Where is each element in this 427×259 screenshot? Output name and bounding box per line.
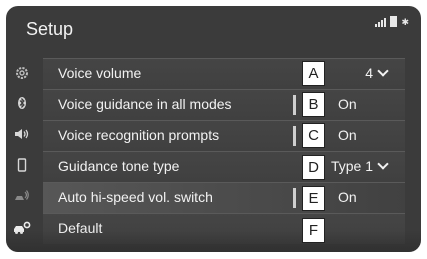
top-bar: Setup ✱ (6, 6, 421, 52)
bluetooth-icon: ✱ (401, 17, 409, 27)
guidance-tone-value[interactable]: Type 1 (330, 158, 389, 174)
callout-b: B (302, 92, 325, 117)
callout-e: E (302, 186, 325, 211)
voice-guidance-label: Voice guidance in all modes (58, 96, 232, 112)
setup-screen: Setup ✱ Voice volume 4 Voice guidance in… (6, 6, 421, 252)
bluetooth-icon[interactable] (6, 88, 38, 118)
toggle-indicator (293, 95, 296, 115)
chevron-down-icon (377, 65, 389, 77)
battery-icon (390, 16, 398, 27)
callout-d: D (302, 155, 325, 180)
bottom-shade (6, 230, 421, 252)
voice-volume-number: 4 (365, 65, 373, 81)
auto-hi-speed-label: Auto hi-speed vol. switch (58, 189, 213, 205)
guidance-tone-label: Guidance tone type (58, 158, 180, 174)
callout-c: C (302, 123, 325, 148)
speaker-icon[interactable] (6, 119, 38, 149)
auto-hi-speed-row[interactable]: Auto hi-speed vol. switch On (43, 182, 405, 213)
voice-guidance-row[interactable]: Voice guidance in all modes On (43, 89, 405, 120)
voice-recognition-row[interactable]: Voice recognition prompts On (43, 120, 405, 151)
toggle-indicator (293, 126, 296, 146)
toggle-indicator (293, 188, 296, 208)
guidance-tone-row[interactable]: Guidance tone type Type 1 (43, 151, 405, 182)
voice-recognition-value: On (338, 127, 357, 143)
gear-icon[interactable] (6, 58, 38, 88)
phone-icon[interactable] (6, 150, 38, 180)
voice-recognition-label: Voice recognition prompts (58, 127, 220, 143)
callout-f: F (302, 218, 325, 243)
chevron-down-icon (377, 158, 389, 170)
voice-volume-label: Voice volume (58, 65, 142, 81)
voice-volume-row[interactable]: Voice volume 4 (43, 58, 405, 89)
voice-volume-value[interactable]: 4 (365, 65, 389, 81)
page-title: Setup (26, 19, 74, 39)
sidebar (6, 58, 38, 243)
signal-icon (375, 18, 387, 27)
car-sound-icon[interactable] (6, 181, 38, 211)
guidance-tone-text: Type 1 (330, 158, 373, 174)
voice-guidance-value: On (338, 96, 357, 112)
callout-a: A (302, 61, 325, 86)
status-area: ✱ (375, 16, 409, 27)
auto-hi-speed-value: On (338, 189, 357, 205)
